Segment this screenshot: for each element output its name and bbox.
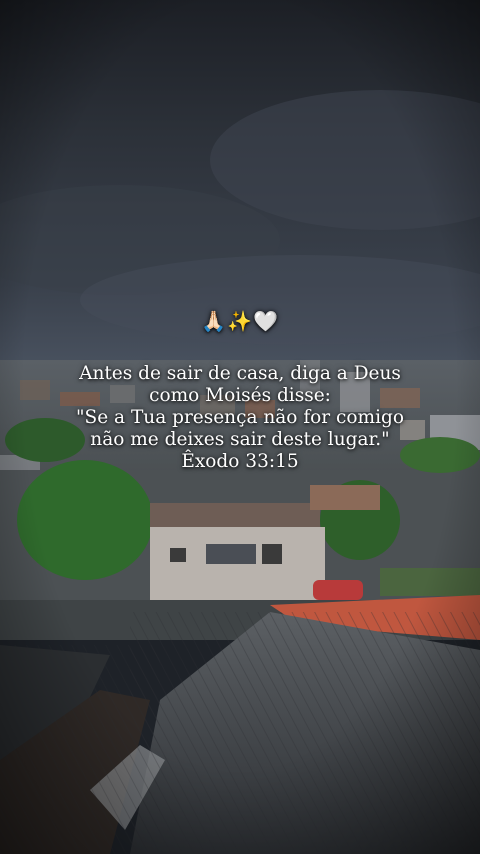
quote-line: "Se a Tua presença não for comigo	[76, 407, 404, 428]
praying-hands-icon: 🙏🏻	[201, 309, 228, 333]
emoji-row: 🙏🏻✨🤍	[0, 309, 480, 333]
quote-text: Antes de sair de casa, diga a Deus como …	[0, 363, 480, 473]
sparkles-icon: ✨	[227, 309, 253, 333]
quote-line: como Moisés disse:	[149, 385, 331, 406]
quote-line: Antes de sair de casa, diga a Deus	[79, 363, 401, 384]
photo-scene: 🙏🏻✨🤍 Antes de sair de casa, diga a Deus …	[0, 0, 480, 854]
verse-reference: Êxodo 33:15	[181, 451, 299, 472]
quote-line: não me deixes sair deste lugar."	[90, 429, 390, 450]
white-heart-icon: 🤍	[252, 309, 279, 333]
